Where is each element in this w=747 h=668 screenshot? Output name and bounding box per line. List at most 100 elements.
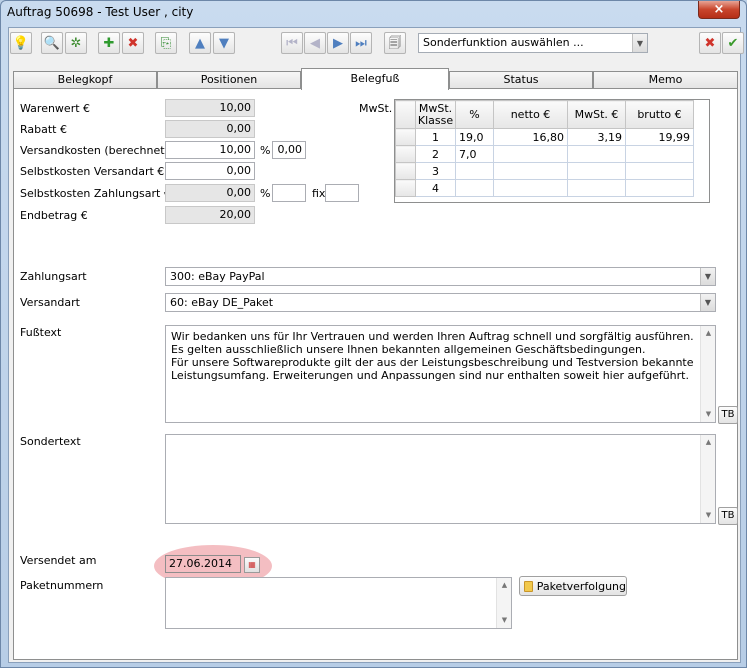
cell-mwst[interactable]: 3,19 bbox=[567, 128, 626, 146]
add-icon[interactable]: ✚ bbox=[98, 32, 120, 54]
cell-netto[interactable] bbox=[493, 179, 568, 197]
paketnummern-scrollbar[interactable]: ▲ ▼ bbox=[496, 578, 511, 628]
cell-netto[interactable] bbox=[493, 145, 568, 163]
cell-brutto[interactable] bbox=[625, 162, 694, 180]
rabatt-field: 0,00 bbox=[165, 120, 255, 138]
chevron-down-icon[interactable]: ▼ bbox=[700, 294, 715, 311]
delete-icon[interactable]: ✖ bbox=[122, 32, 144, 54]
table-row[interactable]: 1 19,0 16,80 3,19 19,99 bbox=[395, 128, 694, 146]
versendet-am-date-field[interactable]: 27.06.2014 bbox=[165, 555, 241, 573]
sondertext-tb-button[interactable]: TB bbox=[718, 507, 738, 525]
first-record-icon[interactable]: ⏮ bbox=[281, 32, 303, 54]
cancel-icon[interactable]: ✖ bbox=[699, 32, 721, 54]
cell-percent[interactable] bbox=[455, 162, 494, 180]
cell-brutto[interactable]: 19,99 bbox=[625, 128, 694, 146]
selbstkosten-zahlungsart-fix-field[interactable] bbox=[325, 184, 359, 202]
cell-percent[interactable]: 19,0 bbox=[455, 128, 494, 146]
versandkosten-percent-label: % bbox=[260, 144, 271, 157]
row-indicator[interactable] bbox=[395, 162, 416, 180]
versandkosten-field[interactable]: 10,00 bbox=[165, 141, 255, 159]
versandart-select[interactable]: 60: eBay DE_Paket ▼ bbox=[165, 293, 716, 312]
endbetrag-field: 20,00 bbox=[165, 206, 255, 224]
calendar-icon[interactable]: ▦ bbox=[244, 557, 260, 573]
row-indicator[interactable] bbox=[395, 128, 416, 146]
confirm-checkmark-icon[interactable]: ✔ bbox=[722, 32, 744, 54]
grid-header-mwst[interactable]: MwSt. € bbox=[567, 100, 626, 129]
fusstext-line: Es gelten ausschließlich unsere Ihnen be… bbox=[171, 343, 646, 356]
sondertext-textarea[interactable]: ▲ ▼ bbox=[165, 434, 716, 524]
cell-brutto[interactable] bbox=[625, 145, 694, 163]
tab-belegfuss[interactable]: Belegfuß bbox=[301, 68, 449, 90]
scroll-down-icon[interactable]: ▼ bbox=[701, 407, 716, 422]
arrow-up-icon[interactable]: ▲ bbox=[189, 32, 211, 54]
next-record-icon[interactable]: ▶ bbox=[327, 32, 349, 54]
fusstext-tb-button[interactable]: TB bbox=[718, 406, 738, 424]
fusstext-line: Leistungsumfang. Erweiterungen und Anpas… bbox=[171, 369, 689, 382]
row-indicator[interactable] bbox=[395, 145, 416, 163]
tab-memo[interactable]: Memo bbox=[593, 71, 738, 89]
lightbulb-icon[interactable]: 💡 bbox=[10, 32, 32, 54]
document-icon[interactable]: 🗐 bbox=[384, 32, 406, 54]
mwst-label: MwSt. bbox=[359, 102, 393, 115]
tab-positionen[interactable]: Positionen bbox=[157, 71, 301, 89]
grid-header-percent[interactable]: % bbox=[455, 100, 494, 129]
selbstkosten-zahlungsart-field: 0,00 bbox=[165, 184, 255, 202]
row-indicator[interactable] bbox=[395, 179, 416, 197]
grid-header-netto[interactable]: netto € bbox=[493, 100, 568, 129]
selbstkosten-zahlungsart-percent-field[interactable] bbox=[272, 184, 306, 202]
scroll-up-icon[interactable]: ▲ bbox=[701, 435, 716, 450]
previous-record-icon[interactable]: ◀ bbox=[304, 32, 326, 54]
paketnummern-textarea[interactable]: ▲ ▼ bbox=[165, 577, 512, 629]
belegfuss-panel: Warenwert € 10,00 Rabatt € 0,00 Versandk… bbox=[13, 88, 738, 660]
rabatt-label: Rabatt € bbox=[20, 123, 67, 136]
fusstext-line: Für unsere Softwareprodukte gilt der aus… bbox=[171, 356, 694, 369]
versandkosten-percent-field[interactable]: 0,00 bbox=[272, 141, 306, 159]
table-row[interactable]: 4 bbox=[395, 179, 694, 197]
scroll-up-icon[interactable]: ▲ bbox=[701, 326, 716, 341]
cell-klasse[interactable]: 2 bbox=[415, 145, 456, 163]
scroll-down-icon[interactable]: ▼ bbox=[701, 508, 716, 523]
cell-klasse[interactable]: 4 bbox=[415, 179, 456, 197]
selbstkosten-zahlungsart-fix-label: fix bbox=[312, 187, 326, 200]
special-function-select[interactable]: Sonderfunktion auswählen ... ▼ bbox=[418, 33, 648, 53]
cell-mwst[interactable] bbox=[567, 162, 626, 180]
scroll-up-icon[interactable]: ▲ bbox=[497, 578, 512, 593]
tab-strip: Belegkopf Positionen Belegfuß Status Mem… bbox=[13, 68, 738, 90]
mwst-grid[interactable]: MwSt. Klasse % netto € MwSt. € brutto € … bbox=[394, 99, 710, 203]
copy-document-icon[interactable]: ⎘ bbox=[155, 32, 177, 54]
chevron-down-icon[interactable]: ▼ bbox=[700, 268, 715, 285]
cell-brutto[interactable] bbox=[625, 179, 694, 197]
table-row[interactable]: 2 7,0 bbox=[395, 145, 694, 163]
fusstext-textarea[interactable]: Wir bedanken uns für Ihr Vertrauen und w… bbox=[165, 325, 716, 423]
tab-belegkopf[interactable]: Belegkopf bbox=[13, 71, 157, 89]
scroll-down-icon[interactable]: ▼ bbox=[497, 613, 512, 628]
cell-percent[interactable]: 7,0 bbox=[455, 145, 494, 163]
refresh-search-icon[interactable]: ✲ bbox=[65, 32, 87, 54]
cell-klasse[interactable]: 1 bbox=[415, 128, 456, 146]
cell-netto[interactable] bbox=[493, 162, 568, 180]
chevron-down-icon[interactable]: ▼ bbox=[632, 34, 647, 52]
window-close-button[interactable]: × bbox=[698, 1, 740, 19]
cell-mwst[interactable] bbox=[567, 145, 626, 163]
paketverfolgung-button[interactable]: Paketverfolgung bbox=[519, 576, 627, 596]
search-icon[interactable]: 🔍 bbox=[41, 32, 63, 54]
warenwert-field: 10,00 bbox=[165, 99, 255, 117]
table-row[interactable]: 3 bbox=[395, 162, 694, 180]
selbstkosten-zahlungsart-percent-label: % bbox=[260, 187, 271, 200]
fusstext-scrollbar[interactable]: ▲ ▼ bbox=[700, 326, 715, 422]
arrow-down-icon[interactable]: ▼ bbox=[213, 32, 235, 54]
tab-status[interactable]: Status bbox=[449, 71, 593, 89]
zahlungsart-label: Zahlungsart bbox=[20, 270, 87, 283]
cell-percent[interactable] bbox=[455, 179, 494, 197]
grid-header-brutto[interactable]: brutto € bbox=[625, 100, 694, 129]
cell-klasse[interactable]: 3 bbox=[415, 162, 456, 180]
cell-netto[interactable]: 16,80 bbox=[493, 128, 568, 146]
selbstkosten-versandart-field[interactable]: 0,00 bbox=[165, 162, 255, 180]
grid-header-klasse[interactable]: MwSt. Klasse bbox=[415, 100, 456, 129]
fusstext-label: Fußtext bbox=[20, 326, 62, 339]
last-record-icon[interactable]: ⏭ bbox=[350, 32, 372, 54]
zahlungsart-select[interactable]: 300: eBay PayPal ▼ bbox=[165, 267, 716, 286]
sondertext-scrollbar[interactable]: ▲ ▼ bbox=[700, 435, 715, 523]
title-bar: Auftrag 50698 - Test User , city × bbox=[1, 1, 746, 25]
cell-mwst[interactable] bbox=[567, 179, 626, 197]
